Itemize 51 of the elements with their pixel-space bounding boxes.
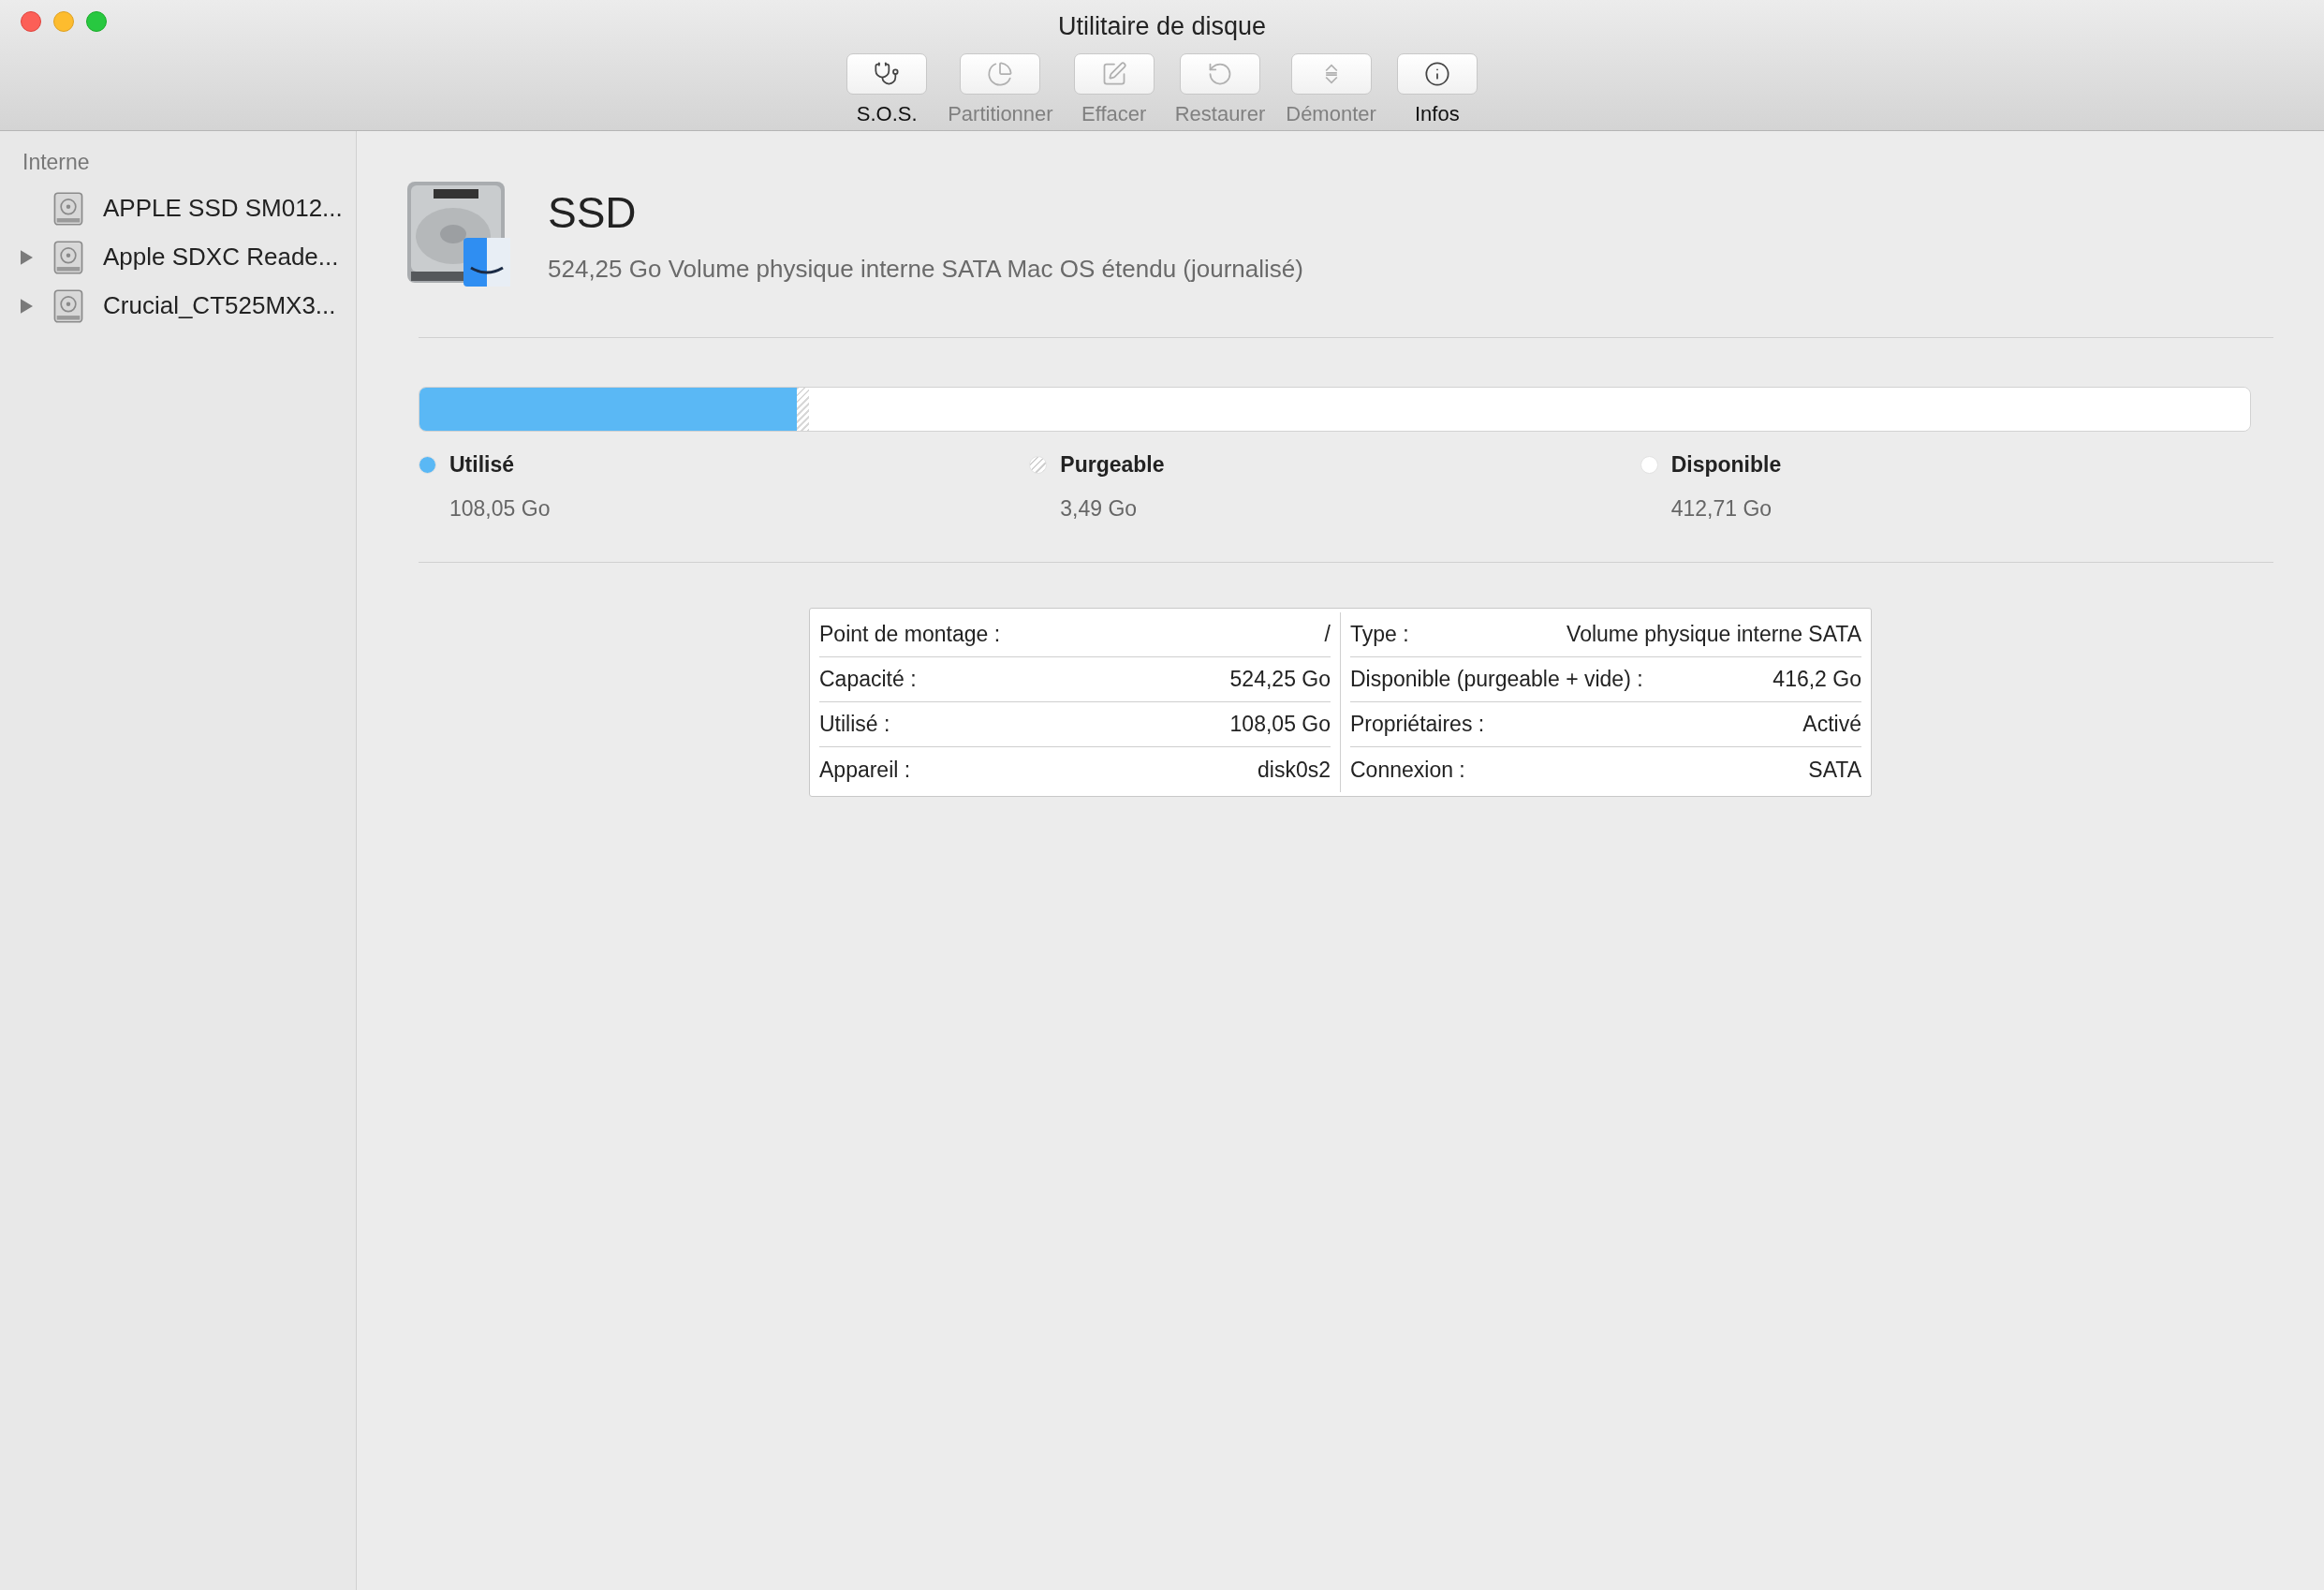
sidebar-item[interactable]: Crucial_CT525MX3...: [0, 281, 356, 331]
toolbar-label: Effacer: [1081, 100, 1147, 127]
info-value: 524,25 Go: [1229, 666, 1331, 694]
sidebar-item[interactable]: APPLE SSD SM012...: [0, 184, 356, 233]
sidebar-heading: Interne: [22, 149, 91, 176]
info-label: Disponible (purgeable + vide) :: [1350, 666, 1643, 694]
info-label: Connexion :: [1350, 756, 1465, 784]
disclosure-triangle-icon[interactable]: [20, 249, 33, 265]
info-label: Utilisé :: [819, 711, 890, 739]
info-value: Volume physique interne SATA: [1566, 621, 1861, 649]
drive-icon: [52, 190, 84, 227]
legend-label: Disponible: [1670, 451, 1782, 478]
legend-value: 3,49 Go: [1060, 494, 1139, 523]
toolbar-label: S.O.S.: [856, 100, 918, 127]
legend-label: Utilisé: [449, 451, 515, 478]
toolbar-label: Partitionner: [948, 100, 1053, 127]
sidebar-item-label: Apple SDXC Reade...: [103, 242, 339, 272]
info-value: 416,2 Go: [1772, 666, 1861, 694]
toolbar-button[interactable]: [1396, 52, 1478, 95]
volume-description: 524,25 Go Volume physique interne SATA Mac OS étendu (journalisé): [548, 254, 1303, 285]
info-label: Propriétaires :: [1350, 711, 1485, 739]
info-label: Appareil :: [819, 756, 911, 784]
toolbar-label: Démonter: [1286, 100, 1376, 127]
legend-value: 108,05 Go: [449, 494, 552, 523]
info-icon: [1423, 60, 1450, 87]
legend-value: 412,71 Go: [1670, 494, 1773, 523]
toolbar-button[interactable]: [846, 52, 928, 95]
info-value: 108,05 Go: [1229, 711, 1331, 739]
zoom-icon[interactable]: [86, 11, 107, 32]
drive-icon: [52, 287, 84, 324]
close-icon[interactable]: [21, 11, 41, 32]
legend-label: Purgeable: [1060, 451, 1165, 478]
pie-chart-icon: [987, 60, 1014, 87]
disclosure-triangle-icon[interactable]: [20, 298, 33, 314]
info-value: Activé: [1802, 711, 1861, 739]
info-label: Capacité :: [819, 666, 917, 694]
stethoscope-icon: [874, 60, 901, 87]
sidebar-item[interactable]: Apple SDXC Reade...: [0, 232, 356, 282]
toolbar-label: Restaurer: [1174, 100, 1266, 127]
info-value: disk0s2: [1258, 756, 1331, 784]
sidebar-item-label: Crucial_CT525MX3...: [103, 290, 336, 321]
window-title: Utilitaire de disque: [1057, 11, 1267, 42]
drive-icon: [52, 239, 84, 275]
minimize-icon[interactable]: [53, 11, 74, 32]
volume-name: SSD: [548, 187, 638, 239]
info-label: Type :: [1350, 621, 1409, 649]
info-value: /: [1324, 621, 1331, 649]
toolbar-label: Infos: [1415, 100, 1460, 127]
info-label: Point de montage :: [819, 621, 1001, 649]
sidebar-item-label: APPLE SSD SM012...: [103, 193, 343, 224]
info-value: SATA: [1808, 756, 1861, 784]
